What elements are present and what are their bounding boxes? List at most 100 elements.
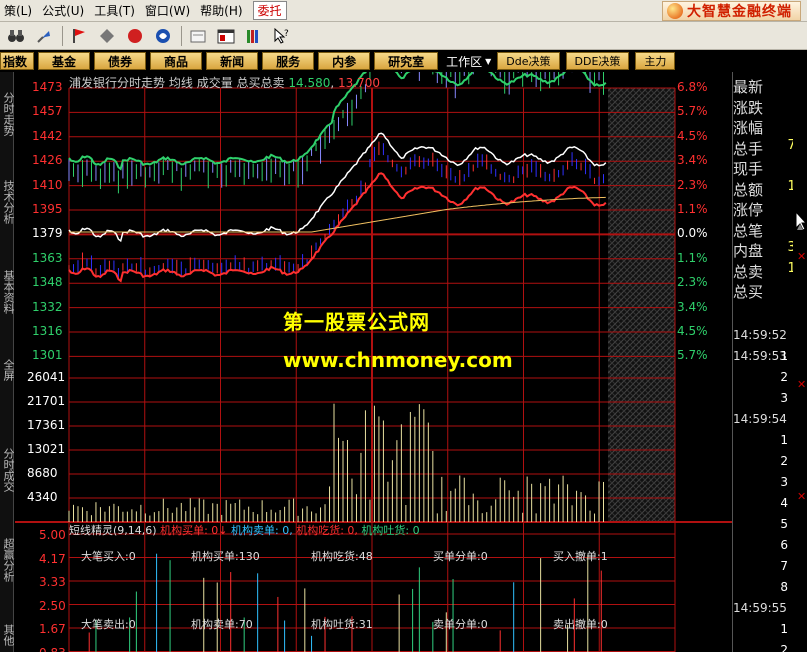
tab-other[interactable]: 其他 [0, 620, 15, 650]
chart-title: 浦发银行分时走势 [69, 76, 166, 90]
dde-decision-button[interactable]: Dde决策 [497, 52, 560, 70]
quote-label: 总买 [733, 283, 764, 301]
indicator-tick-label: 3.33 [39, 575, 66, 589]
brand-banner: 大智慧金融终端 [662, 1, 801, 21]
pct-tick-label: 5.7% [677, 104, 708, 119]
cat-fund-button[interactable]: 基金 [38, 52, 91, 70]
tick-volume: 2 [780, 643, 788, 652]
notebook-icon[interactable] [188, 26, 208, 46]
category-bar: 指数 基金 债券 商品 新闻 服务 内参 研究室 工作区 ▼ Dde决策 DDE… [0, 50, 807, 72]
flag-icon[interactable] [69, 26, 89, 46]
pct-tick-label: 4.5% [677, 128, 708, 143]
quote-label: 现手 [733, 160, 764, 178]
toolbar: ? [0, 22, 807, 50]
svg-text:?: ? [284, 29, 289, 39]
indicator-tick-label: 2.50 [39, 598, 66, 613]
tick-scrollbar[interactable] [793, 72, 807, 652]
main-force-button[interactable]: 主力 [635, 52, 676, 70]
gem-icon[interactable] [97, 26, 117, 46]
tick-time: 14:59:54 [733, 412, 787, 426]
price-line [68, 132, 607, 243]
swirl-icon[interactable] [153, 26, 173, 46]
pct-tick-label: 3.4% [677, 299, 708, 314]
inst-spit-label: 机构吐货:31 [311, 618, 373, 631]
close-icon[interactable]: ✕ [797, 490, 806, 503]
pct-tick-label: 0.0% [677, 226, 708, 241]
indicator-spit: 机构吐货: 0 [361, 524, 420, 537]
quote-label: 总额 [733, 180, 764, 199]
tick-volume: 2 [780, 370, 788, 384]
help-cursor-icon[interactable]: ? [272, 26, 292, 46]
intraday-chart[interactable]: 浦发银行分时走势 均线 成交量 总买总卖 14.580, 13.700 1473… [15, 72, 732, 652]
indicator-header: 短线精灵(9,14,6) 机构买单: 0↓ 机构卖单: 0, 机构吃货: 0, … [69, 522, 420, 538]
sell-cancel-label: 卖出撤单:0 [553, 618, 608, 631]
tick-time: 14:59:52 [733, 328, 787, 342]
quote-label: 最新 [733, 78, 764, 96]
pct-tick-label: 1.1% [677, 250, 708, 265]
cat-service-button[interactable]: 服务 [262, 52, 315, 70]
future-area [608, 88, 675, 522]
tab-intraday[interactable]: 分时走势 [0, 84, 15, 144]
price-tick-label: 1316 [32, 324, 63, 338]
pct-tick-label: 5.7% [677, 348, 708, 363]
menu-tools[interactable]: 工具(T) [90, 2, 141, 19]
cat-bond-button[interactable]: 债券 [94, 52, 147, 70]
tick-volume: 3 [780, 475, 788, 489]
menu-trade[interactable]: 委托 [252, 1, 287, 20]
cat-insider-button[interactable]: 内参 [318, 52, 371, 70]
tick-volume: 5 [780, 517, 788, 531]
quote-label: 总卖 [733, 262, 764, 281]
cat-index-button[interactable]: 指数 [0, 52, 35, 70]
tick-volume: 7 [780, 559, 788, 573]
pct-tick-label: 3.4% [677, 153, 708, 168]
workarea-dropdown[interactable]: 工作区 ▼ [446, 53, 491, 70]
binoculars-icon[interactable] [6, 26, 26, 46]
big-sell-label: 大笔卖出:0 [81, 618, 136, 631]
ask-line [68, 172, 607, 283]
tab-fundamental[interactable]: 基本资料 [0, 262, 15, 322]
menu-window[interactable]: 窗口(W) [141, 2, 196, 19]
pct-tick-label: 4.5% [677, 324, 708, 338]
avg-line-label: 均线 [168, 76, 193, 90]
volume-tick-label: 26041 [27, 370, 66, 384]
tick-time: 14:59:55 [733, 601, 787, 615]
watermark-url: www.chnmoney.com [283, 348, 513, 372]
cat-commodity-button[interactable]: 商品 [150, 52, 203, 70]
quote-label: 内盘 [733, 242, 764, 260]
left-sidebar: 分时走势 技术分析 基本资料 全屏 分时成交 超赢分析 其他 [0, 72, 15, 652]
cat-research-button[interactable]: 研究室 [374, 52, 439, 70]
brand-logo-icon [667, 3, 683, 19]
menu-strategy[interactable]: 策(L) [0, 2, 38, 19]
close-icon[interactable]: ✕ [797, 378, 806, 391]
dde-decision2-button[interactable]: DDE决策 [565, 52, 630, 70]
close-icon[interactable]: ✕ [797, 250, 806, 263]
buy-cancel-label: 买入撤单:1 [553, 550, 608, 563]
tab-technical[interactable]: 技术分析 [0, 172, 15, 232]
toolbar-divider [181, 25, 182, 46]
price-tick-label: 1457 [32, 104, 63, 119]
tab-fullscreen[interactable]: 全屏 [0, 350, 15, 390]
total-bid-value: 14.580 [288, 76, 331, 90]
tab-super-analysis[interactable]: 超赢分析 [0, 530, 15, 590]
pin-icon[interactable] [34, 26, 54, 46]
window-icon[interactable] [216, 26, 236, 46]
menu-formula[interactable]: 公式(U) [38, 2, 90, 19]
tab-trades[interactable]: 分时成交 [0, 440, 15, 500]
indicator-tick-label: 1.67 [39, 622, 66, 636]
total-bid-ask-label: 总买总卖 [236, 76, 285, 90]
tick-volume: 2 [780, 454, 788, 468]
tick-volume: 3 [780, 391, 788, 405]
price-tick-label: 1301 [32, 348, 63, 363]
cat-news-button[interactable]: 新闻 [206, 52, 259, 70]
quote-label: 涨幅 [733, 119, 764, 137]
circle-icon[interactable] [125, 26, 145, 46]
sell-split-label: 卖单分单:0 [433, 618, 488, 631]
tick-volume: 8 [780, 580, 788, 594]
toolbar-divider [62, 25, 63, 46]
price-tick-label: 1410 [32, 177, 63, 192]
books-icon[interactable] [244, 26, 264, 46]
price-tick-label: 1332 [32, 299, 63, 314]
menu-help[interactable]: 帮助(H) [196, 2, 248, 19]
watermark-title: 第一股票公式网 [283, 310, 430, 334]
price-tick-label: 1426 [32, 153, 63, 168]
